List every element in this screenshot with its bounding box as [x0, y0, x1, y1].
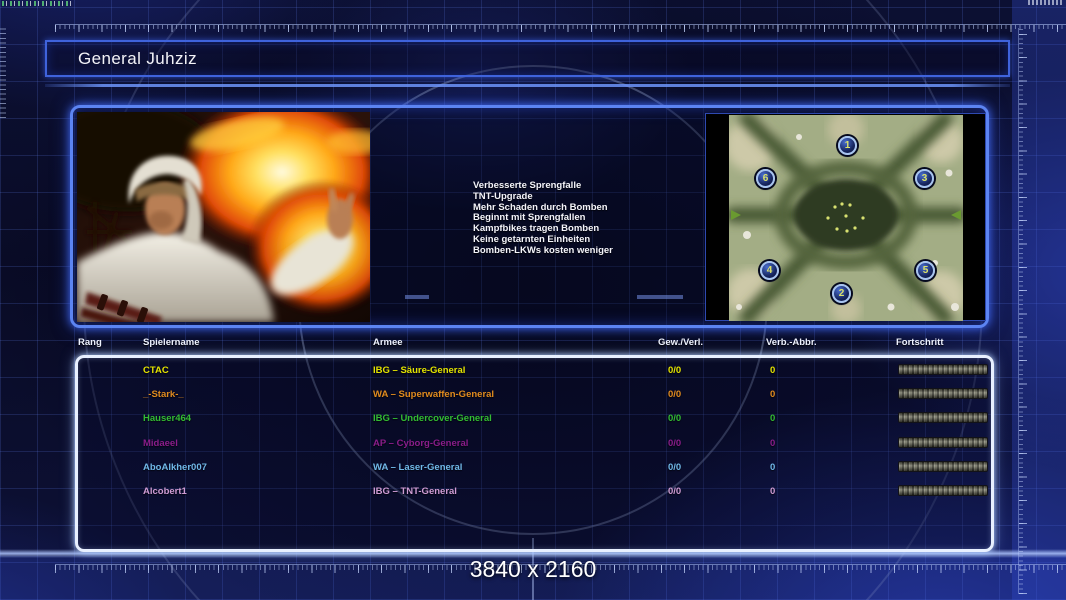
player-army: AP – Cyborg-General — [373, 438, 468, 449]
player-army: WA – Superwaffen-General — [373, 389, 494, 400]
player-disconnects: 0 — [770, 365, 775, 376]
title-bar: General Juhziz — [45, 40, 1010, 77]
page-title: General Juhziz — [78, 49, 197, 69]
decor-bar — [405, 295, 429, 299]
player-win-loss: 0/0 — [668, 365, 681, 376]
player-disconnects: 0 — [770, 413, 775, 424]
start-position-marker: 6 — [756, 169, 775, 188]
player-win-loss: 0/0 — [668, 413, 681, 424]
player-name: _-Stark-_ — [143, 389, 184, 400]
start-position-marker: 3 — [915, 169, 934, 188]
player-name: Midaeel — [143, 438, 178, 449]
load-progress-bar — [898, 412, 988, 423]
player-name: AboAlkher007 — [143, 462, 207, 473]
start-position-marker: 2 — [832, 284, 851, 303]
column-header-progress: Fortschritt — [896, 337, 944, 348]
load-progress-bar — [898, 364, 988, 375]
description-line: TNT-Upgrade — [473, 192, 613, 203]
ruler-right — [1018, 28, 1027, 594]
player-name: CTAC — [143, 365, 169, 376]
debug-overlay-text — [2, 1, 72, 6]
decor-bar — [637, 295, 683, 299]
load-progress-bar — [898, 461, 988, 472]
player-army: IBG – Säure-General — [373, 365, 465, 376]
title-underline — [45, 84, 1010, 87]
column-header-player: Spielername — [143, 337, 200, 348]
start-position-marker: 5 — [916, 261, 935, 280]
start-position-marker: 4 — [760, 261, 779, 280]
column-header-rank: Rang — [78, 337, 102, 348]
minimap: 1 2 3 4 5 6 — [705, 113, 986, 321]
table-row: _-Stark-_ WA – Superwaffen-General 0/0 0 — [75, 386, 994, 408]
player-army: WA – Laser-General — [373, 462, 462, 473]
player-disconnects: 0 — [770, 438, 775, 449]
ruler-left — [0, 28, 6, 118]
column-header-army: Armee — [373, 337, 403, 348]
ruler-top — [55, 24, 1066, 32]
minimap-terrain: 1 2 3 4 5 6 — [729, 115, 963, 321]
column-header-win-loss: Gew./Verl. — [658, 337, 703, 348]
table-row: AboAlkher007 WA – Laser-General 0/0 0 — [75, 459, 994, 481]
player-win-loss: 0/0 — [668, 486, 681, 497]
load-progress-bar — [898, 485, 988, 496]
table-row: Midaeel AP – Cyborg-General 0/0 0 — [75, 435, 994, 457]
start-position-marker: 1 — [838, 136, 857, 155]
load-progress-bar — [898, 388, 988, 399]
player-disconnects: 0 — [770, 389, 775, 400]
build-info-text — [1028, 0, 1062, 5]
player-army: IBG – TNT-General — [373, 486, 457, 497]
general-description: Verbesserte SprengfalleTNT-UpgradeMehr S… — [473, 181, 613, 257]
player-army: IBG – Undercover-General — [373, 413, 492, 424]
description-line: Bomben-LKWs kosten weniger — [473, 246, 613, 257]
player-disconnects: 0 — [770, 462, 775, 473]
player-win-loss: 0/0 — [668, 462, 681, 473]
table-row: CTAC IBG – Säure-General 0/0 0 — [75, 362, 994, 384]
player-name: Alcobert1 — [143, 486, 187, 497]
player-disconnects: 0 — [770, 486, 775, 497]
player-win-loss: 0/0 — [668, 389, 681, 400]
player-win-loss: 0/0 — [668, 438, 681, 449]
table-row: Hauser464 IBG – Undercover-General 0/0 0 — [75, 410, 994, 432]
column-header-disconnects: Verb.-Abbr. — [766, 337, 817, 348]
resolution-label: 3840 x 2160 — [0, 556, 1066, 583]
general-portrait-image — [77, 112, 370, 322]
load-progress-bar — [898, 437, 988, 448]
table-row: Alcobert1 IBG – TNT-General 0/0 0 — [75, 483, 994, 505]
player-name: Hauser464 — [143, 413, 191, 424]
